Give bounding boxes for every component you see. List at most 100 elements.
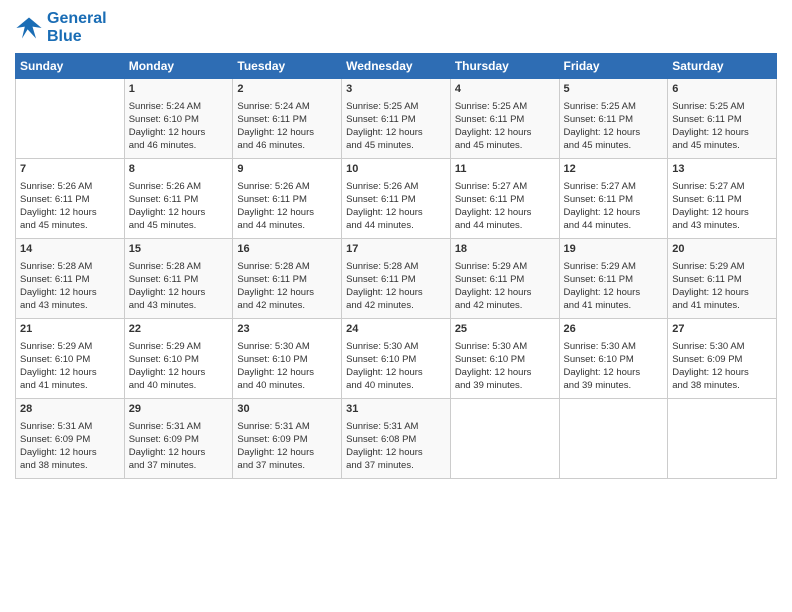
day-info-line: Sunset: 6:11 PM [346, 273, 446, 286]
page: General Blue SundayMondayTuesdayWednesda… [0, 0, 792, 612]
day-info-line: and 39 minutes. [455, 379, 555, 392]
day-info-line: Sunset: 6:11 PM [672, 273, 772, 286]
day-number: 15 [129, 242, 229, 257]
day-info-line: Daylight: 12 hours [346, 446, 446, 459]
day-info-line: Sunset: 6:11 PM [564, 273, 664, 286]
day-info-line: and 43 minutes. [20, 299, 120, 312]
day-number: 14 [20, 242, 120, 257]
calendar-cell [559, 399, 668, 479]
day-number: 16 [237, 242, 337, 257]
day-number: 12 [564, 162, 664, 177]
day-info-line: Sunrise: 5:28 AM [346, 260, 446, 273]
day-info-line: Sunrise: 5:29 AM [20, 340, 120, 353]
day-info-line: Sunset: 6:11 PM [455, 273, 555, 286]
day-number: 17 [346, 242, 446, 257]
day-info-line: and 44 minutes. [564, 219, 664, 232]
calendar-cell: 10Sunrise: 5:26 AMSunset: 6:11 PMDayligh… [342, 159, 451, 239]
day-info-line: Sunset: 6:08 PM [346, 433, 446, 446]
day-number: 13 [672, 162, 772, 177]
calendar-cell: 6Sunrise: 5:25 AMSunset: 6:11 PMDaylight… [668, 79, 777, 159]
day-info-line: Sunset: 6:11 PM [237, 113, 337, 126]
calendar-cell: 5Sunrise: 5:25 AMSunset: 6:11 PMDaylight… [559, 79, 668, 159]
day-info-line: and 40 minutes. [129, 379, 229, 392]
calendar-cell: 20Sunrise: 5:29 AMSunset: 6:11 PMDayligh… [668, 239, 777, 319]
day-info-line: Sunset: 6:11 PM [129, 193, 229, 206]
day-number: 23 [237, 322, 337, 337]
day-info-line: Sunset: 6:11 PM [346, 193, 446, 206]
calendar-cell: 13Sunrise: 5:27 AMSunset: 6:11 PMDayligh… [668, 159, 777, 239]
day-number: 24 [346, 322, 446, 337]
day-info-line: and 45 minutes. [672, 139, 772, 152]
calendar-cell: 31Sunrise: 5:31 AMSunset: 6:08 PMDayligh… [342, 399, 451, 479]
day-info-line: and 45 minutes. [129, 219, 229, 232]
day-header-tuesday: Tuesday [233, 54, 342, 79]
day-info-line: and 37 minutes. [129, 459, 229, 472]
day-info-line: Sunrise: 5:25 AM [672, 100, 772, 113]
day-number: 8 [129, 162, 229, 177]
day-info-line: and 41 minutes. [564, 299, 664, 312]
day-info-line: Sunrise: 5:25 AM [564, 100, 664, 113]
calendar-cell: 22Sunrise: 5:29 AMSunset: 6:10 PMDayligh… [124, 319, 233, 399]
day-number: 30 [237, 402, 337, 417]
day-number: 27 [672, 322, 772, 337]
day-info-line: Sunrise: 5:28 AM [237, 260, 337, 273]
day-info-line: and 43 minutes. [129, 299, 229, 312]
day-info-line: Daylight: 12 hours [346, 366, 446, 379]
day-info-line: Daylight: 12 hours [237, 446, 337, 459]
day-info-line: Daylight: 12 hours [237, 206, 337, 219]
calendar-cell: 4Sunrise: 5:25 AMSunset: 6:11 PMDaylight… [450, 79, 559, 159]
week-row-1: 1Sunrise: 5:24 AMSunset: 6:10 PMDaylight… [16, 79, 777, 159]
day-header-monday: Monday [124, 54, 233, 79]
day-info-line: Sunset: 6:10 PM [129, 113, 229, 126]
calendar-cell: 24Sunrise: 5:30 AMSunset: 6:10 PMDayligh… [342, 319, 451, 399]
day-header-wednesday: Wednesday [342, 54, 451, 79]
day-info-line: Sunset: 6:11 PM [346, 113, 446, 126]
day-info-line: Daylight: 12 hours [237, 286, 337, 299]
day-info-line: Daylight: 12 hours [455, 206, 555, 219]
calendar-table: SundayMondayTuesdayWednesdayThursdayFrid… [15, 53, 777, 479]
day-info-line: Sunrise: 5:26 AM [20, 180, 120, 193]
day-info-line: Sunset: 6:11 PM [237, 273, 337, 286]
day-info-line: Daylight: 12 hours [564, 206, 664, 219]
day-info-line: Sunrise: 5:28 AM [20, 260, 120, 273]
day-info-line: Daylight: 12 hours [129, 366, 229, 379]
day-info-line: Daylight: 12 hours [129, 126, 229, 139]
day-info-line: and 44 minutes. [237, 219, 337, 232]
day-info-line: Sunset: 6:11 PM [129, 273, 229, 286]
day-info-line: Sunrise: 5:29 AM [672, 260, 772, 273]
day-info-line: Sunset: 6:10 PM [346, 353, 446, 366]
day-number: 9 [237, 162, 337, 177]
day-number: 29 [129, 402, 229, 417]
day-info-line: and 37 minutes. [346, 459, 446, 472]
day-info-line: Daylight: 12 hours [672, 126, 772, 139]
day-info-line: and 40 minutes. [237, 379, 337, 392]
day-info-line: and 45 minutes. [455, 139, 555, 152]
day-number: 4 [455, 82, 555, 97]
day-number: 6 [672, 82, 772, 97]
day-number: 25 [455, 322, 555, 337]
day-info-line: Daylight: 12 hours [346, 206, 446, 219]
day-number: 3 [346, 82, 446, 97]
calendar-cell: 16 Sunrise: 5:28 AMSunset: 6:11 PMDayligh… [233, 239, 342, 319]
day-info-line: and 44 minutes. [346, 219, 446, 232]
day-number: 18 [455, 242, 555, 257]
day-info-line: Sunset: 6:11 PM [20, 273, 120, 286]
calendar-cell: 12 Sunrise: 5:27 AMSunset: 6:11 PMDayligh… [559, 159, 668, 239]
day-number: 1 [129, 82, 229, 97]
day-info-line: Daylight: 12 hours [455, 286, 555, 299]
day-info-line: and 42 minutes. [237, 299, 337, 312]
day-info-line: and 46 minutes. [129, 139, 229, 152]
day-info-line: Sunrise: 5:27 AM [564, 180, 664, 193]
day-info-line: Daylight: 12 hours [20, 206, 120, 219]
day-info-line: and 45 minutes. [20, 219, 120, 232]
calendar-cell [16, 79, 125, 159]
day-number: 7 [20, 162, 120, 177]
day-info-line: Daylight: 12 hours [346, 286, 446, 299]
day-info-line: Sunset: 6:10 PM [20, 353, 120, 366]
day-info-line: Daylight: 12 hours [346, 126, 446, 139]
day-info-line: and 37 minutes. [237, 459, 337, 472]
week-row-2: 7Sunrise: 5:26 AMSunset: 6:11 PMDaylight… [16, 159, 777, 239]
day-header-friday: Friday [559, 54, 668, 79]
day-number: 2 [237, 82, 337, 97]
day-info-line: Sunset: 6:11 PM [564, 193, 664, 206]
